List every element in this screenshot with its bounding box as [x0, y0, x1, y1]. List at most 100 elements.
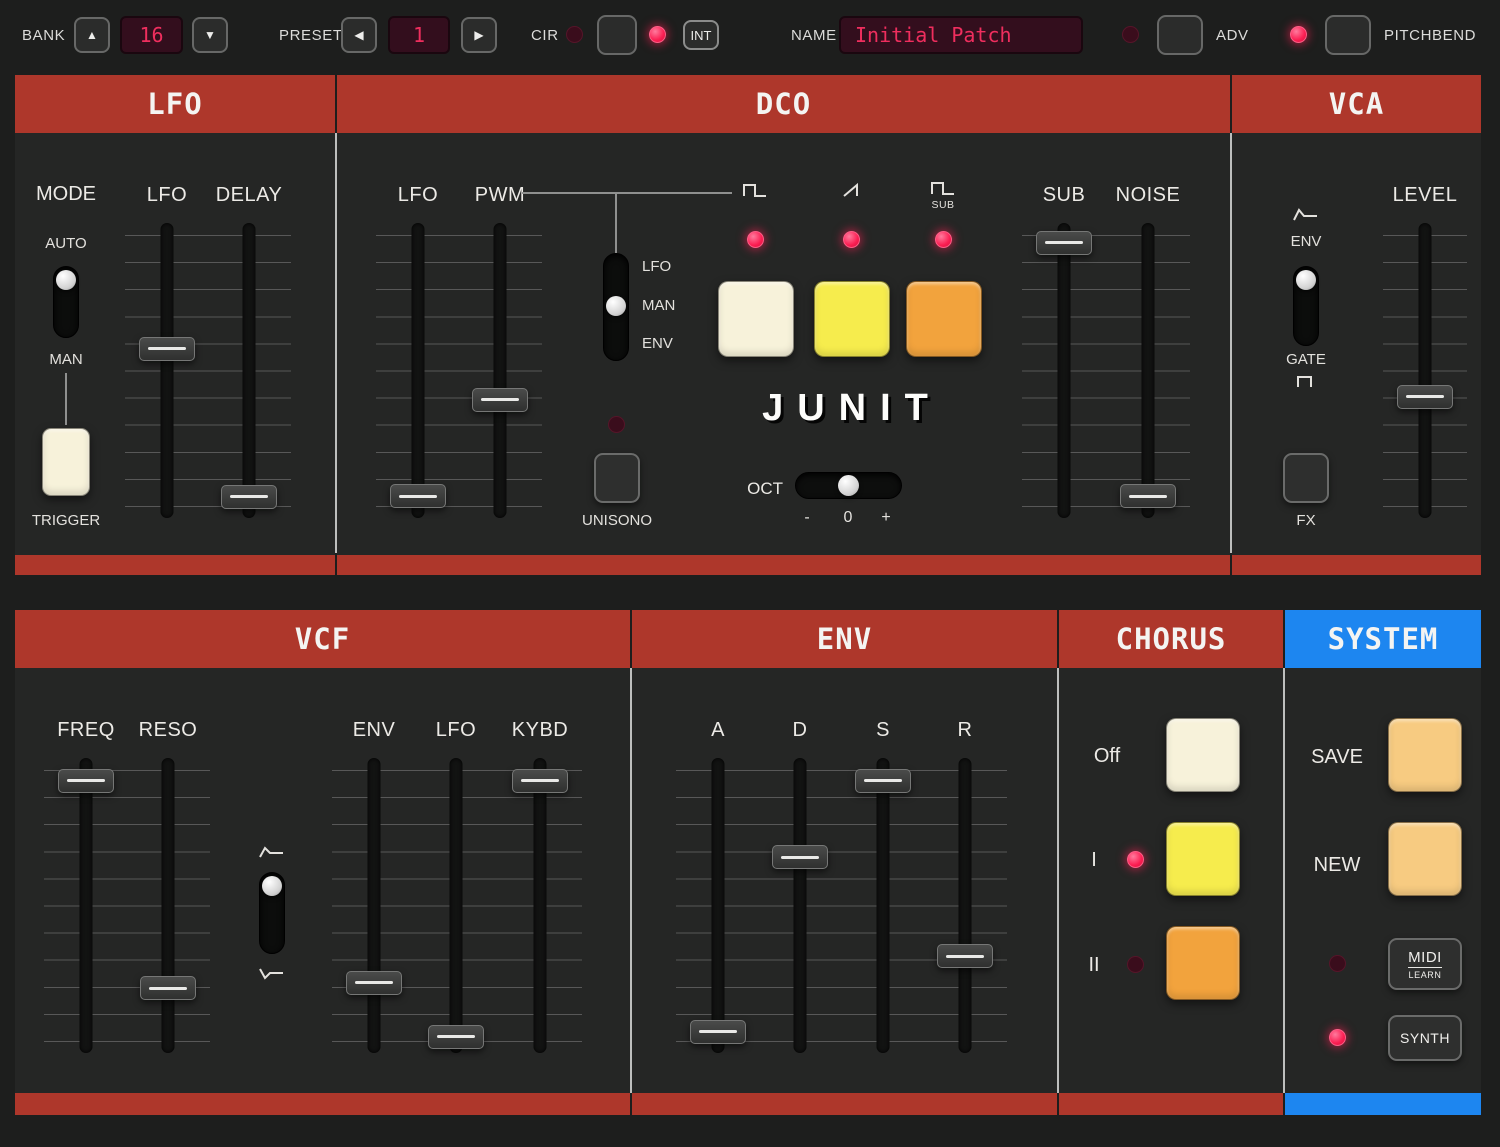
slider-body [1380, 223, 1470, 518]
chorus-one-button[interactable] [1166, 822, 1240, 896]
toggle-knob[interactable] [262, 876, 282, 896]
lfo-mode-toggle[interactable] [53, 266, 79, 338]
dco-sub-slider[interactable]: SUB [1019, 175, 1109, 518]
bank-up-button[interactable]: ▲ [74, 17, 110, 53]
slider-label: RESO [138, 718, 198, 741]
slider-body [411, 758, 501, 1053]
slider-track[interactable] [793, 758, 807, 1053]
env-decay-slider[interactable]: D [755, 710, 845, 1053]
int-button[interactable]: INT [683, 20, 719, 50]
slider-track[interactable] [493, 223, 507, 518]
pulse-wave-button[interactable] [718, 281, 794, 357]
env-attack-slider[interactable]: A [673, 710, 763, 1053]
vcf-reso-slider[interactable]: RESO [123, 710, 213, 1053]
slider-track[interactable] [449, 758, 463, 1053]
cir-label: CIR [531, 26, 559, 44]
midi-learn-led [1329, 955, 1346, 972]
env-sustain-slider[interactable]: S [838, 710, 928, 1053]
vcf-polarity-toggle[interactable] [259, 872, 285, 954]
vcf-freq-slider[interactable]: FREQ [41, 710, 131, 1053]
save-button[interactable] [1388, 718, 1462, 792]
vcf-env-slider[interactable]: ENV [329, 710, 419, 1053]
slider-knob[interactable] [772, 845, 828, 870]
slider-knob[interactable] [346, 970, 402, 995]
chorus-two-button[interactable] [1166, 926, 1240, 1000]
octave-slider[interactable] [795, 472, 902, 499]
slider-track[interactable] [711, 758, 725, 1053]
lfo-section-title: LFO [15, 75, 335, 133]
sub-wave-button[interactable] [906, 281, 982, 357]
new-button[interactable] [1388, 822, 1462, 896]
slider-knob[interactable] [855, 768, 911, 793]
junit-logo: JUNIT [762, 387, 942, 429]
slider-track[interactable] [242, 223, 256, 518]
slider-knob[interactable] [139, 336, 195, 361]
slider-track[interactable] [79, 758, 93, 1053]
patch-name-display[interactable]: Initial Patch [839, 16, 1083, 54]
lfo-delay-slider[interactable]: DELAY [204, 175, 294, 518]
vca-level-slider[interactable]: LEVEL [1380, 175, 1470, 518]
preset-label: PRESET [279, 26, 343, 44]
slider-knob[interactable] [1120, 484, 1176, 509]
dco-lfo-slider[interactable]: LFO [373, 175, 463, 518]
bank-down-button[interactable]: ▼ [192, 17, 228, 53]
slider-track[interactable] [1057, 223, 1071, 518]
lfo-rate-slider[interactable]: LFO [122, 175, 212, 518]
slider-knob[interactable] [690, 1019, 746, 1044]
slider-knob[interactable] [472, 387, 528, 412]
slider-knob[interactable] [221, 484, 277, 509]
sub-wave-icon-label: SUB [931, 199, 955, 211]
sub-wave-led [935, 231, 952, 248]
slider-knob[interactable] [428, 1024, 484, 1049]
slider-track[interactable] [367, 758, 381, 1053]
toggle-knob[interactable] [56, 270, 76, 290]
slider-knob[interactable] [140, 976, 196, 1000]
preset-next-button[interactable]: ▶ [461, 17, 497, 53]
slider-track[interactable] [876, 758, 890, 1053]
slider-track[interactable] [161, 758, 175, 1053]
octave-knob[interactable] [838, 475, 859, 496]
up-arrow-icon: ▲ [86, 28, 98, 42]
cir-button[interactable] [597, 15, 637, 55]
slider-track[interactable] [411, 223, 425, 518]
pwm-source-switch[interactable] [603, 253, 629, 361]
env-footer [632, 1093, 1057, 1115]
adv-button[interactable] [1157, 15, 1203, 55]
midi-learn-button[interactable]: MIDI LEARN [1388, 938, 1462, 990]
synth-button[interactable]: SYNTH [1388, 1015, 1462, 1061]
env-inverted-icon [259, 968, 283, 980]
slider-knob[interactable] [1397, 384, 1453, 409]
vca-env-gate-toggle[interactable] [1293, 266, 1319, 346]
slider-knob[interactable] [58, 768, 114, 793]
env-release-slider[interactable]: R [920, 710, 1010, 1053]
pitchbend-button[interactable] [1325, 15, 1371, 55]
slider-track[interactable] [1141, 223, 1155, 518]
slider-knob[interactable] [1036, 230, 1092, 255]
pwm-switch-option-env: ENV [642, 335, 673, 352]
dco-noise-slider[interactable]: NOISE [1103, 175, 1193, 518]
slider-body [373, 223, 463, 518]
fx-button[interactable] [1283, 453, 1329, 503]
vcf-lfo-slider[interactable]: LFO [411, 710, 501, 1053]
vcf-kybd-slider[interactable]: KYBD [495, 710, 585, 1053]
switch-knob[interactable] [606, 296, 626, 316]
fx-label: FX [1296, 512, 1316, 529]
saw-wave-button[interactable] [814, 281, 890, 357]
toggle-knob[interactable] [1296, 270, 1316, 290]
slider-knob[interactable] [512, 768, 568, 793]
slider-knob[interactable] [937, 944, 993, 969]
trigger-button[interactable] [42, 428, 90, 496]
slider-track[interactable] [160, 223, 174, 518]
mode-connector-line [65, 373, 67, 425]
slider-track[interactable] [958, 758, 972, 1053]
slider-track[interactable] [533, 758, 547, 1053]
preset-prev-button[interactable]: ◀ [341, 17, 377, 53]
dco-pwm-slider[interactable]: PWM [455, 175, 545, 518]
slider-body [41, 758, 131, 1053]
env-section-title: ENV [632, 610, 1057, 668]
unisono-button[interactable] [594, 453, 640, 503]
chorus-off-button[interactable] [1166, 718, 1240, 792]
slider-knob[interactable] [390, 484, 446, 509]
slider-label: PWM [474, 183, 526, 206]
slider-track[interactable] [1418, 223, 1432, 518]
